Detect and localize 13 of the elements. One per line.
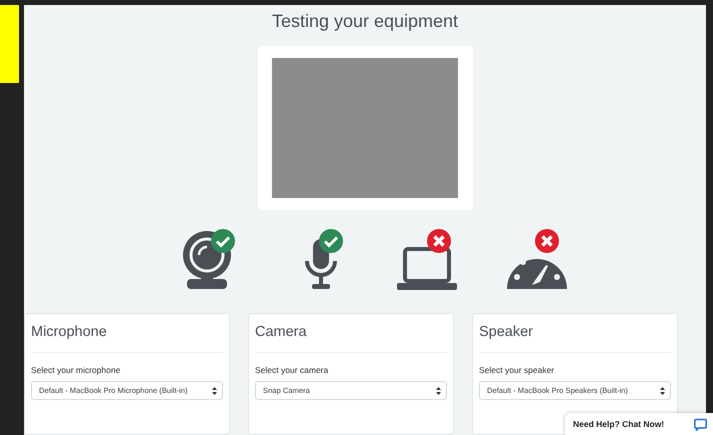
laptop-icon: [397, 247, 457, 290]
sort-icon: [212, 386, 217, 394]
select-label: Select your speaker: [479, 365, 556, 375]
card-title: Speaker: [479, 324, 671, 353]
sort-icon: [436, 386, 441, 394]
page-title: Testing your equipment: [272, 11, 458, 32]
sort-icon: [660, 386, 665, 394]
card-title: Camera: [255, 324, 447, 353]
chat-widget[interactable]: Need Help? Chat Now!: [565, 413, 713, 435]
card-title: Microphone: [31, 324, 223, 353]
select-label: Select your microphone: [31, 365, 122, 375]
chat-bubble-icon: [694, 418, 707, 430]
select-label: Select your camera: [255, 365, 330, 375]
